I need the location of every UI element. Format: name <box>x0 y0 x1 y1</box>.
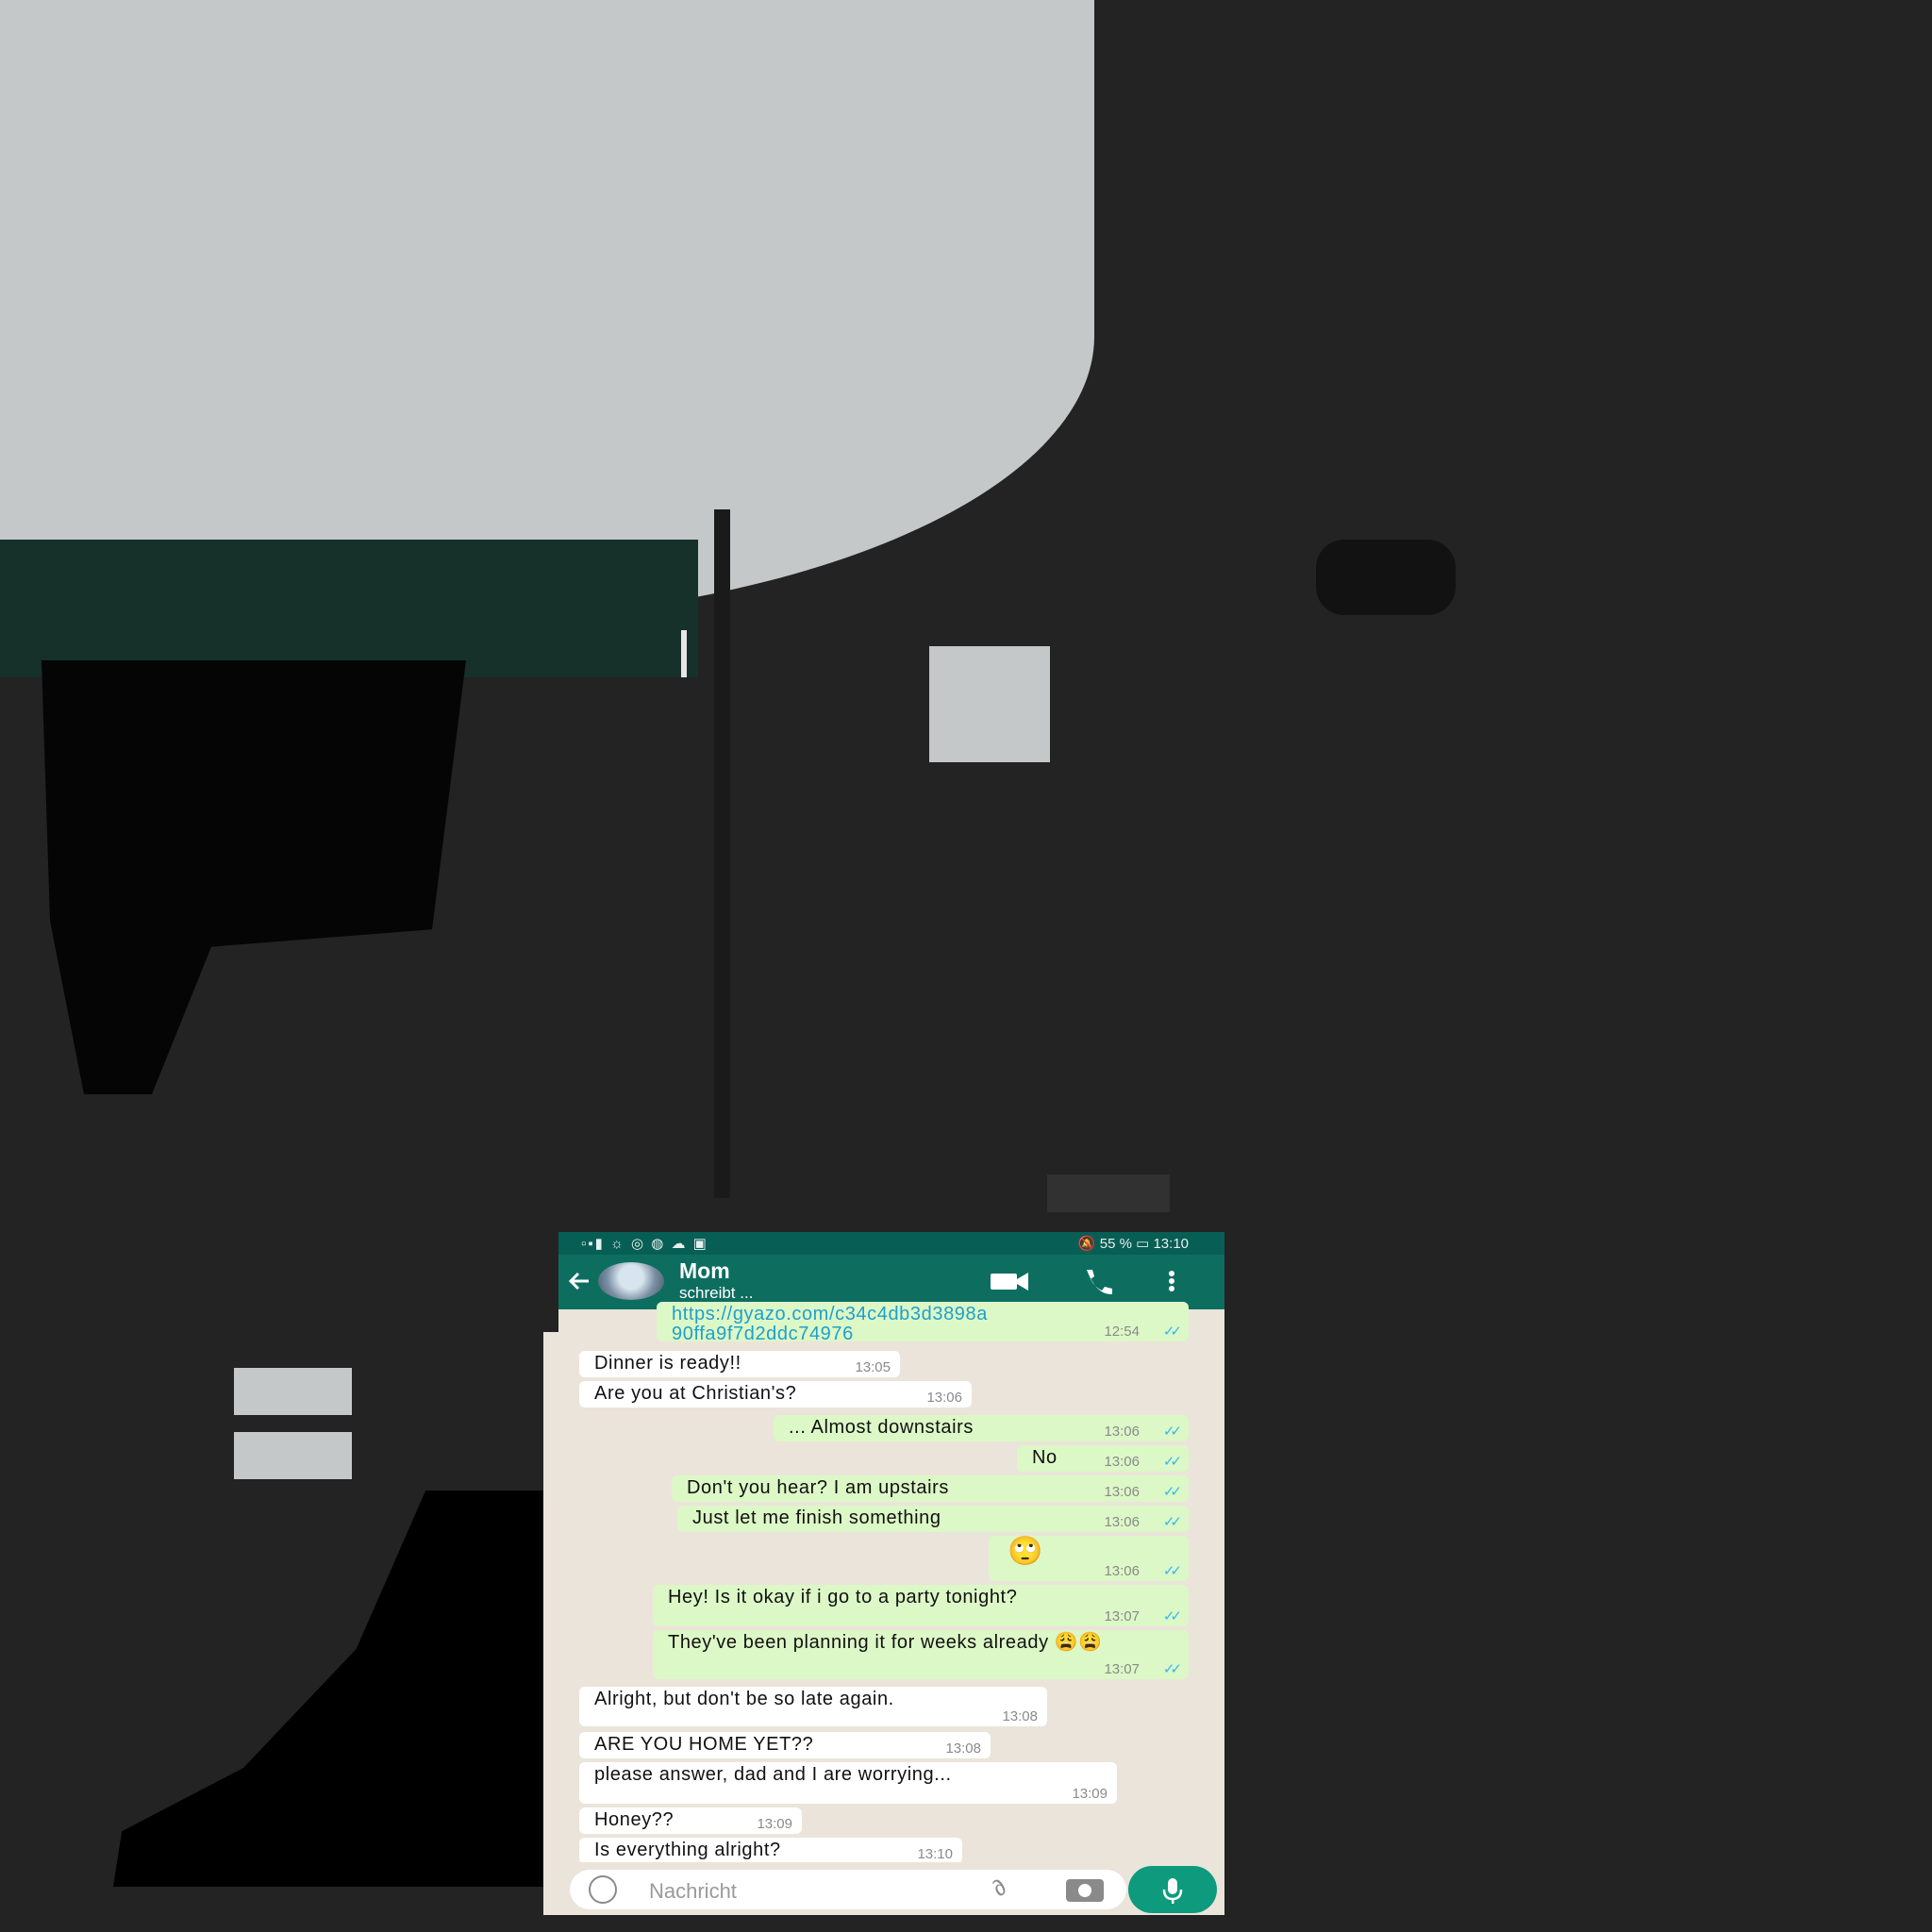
message-bubble-in[interactable]: Alright, but don't be so late again. 13:… <box>579 1687 1047 1726</box>
background-pole <box>714 509 730 1198</box>
message-bubble-in[interactable]: Honey?? 13:09 <box>579 1807 802 1834</box>
message-time: 13:06 <box>1104 1514 1140 1530</box>
paperclip-icon[interactable]: ∂ <box>987 1874 1012 1902</box>
background-blob <box>0 0 1094 623</box>
more-vertical-icon[interactable] <box>1162 1266 1181 1296</box>
message-bubble-out[interactable]: No 13:06 ✓✓ <box>1017 1445 1189 1472</box>
message-bubble-in[interactable]: Is everything alright? 13:10 <box>579 1838 962 1864</box>
double-check-icon: ✓✓ <box>1162 1324 1182 1340</box>
double-check-icon: ✓✓ <box>1162 1424 1182 1440</box>
status-bar: ▫▪▮ ☼ ◎ ◍ ☁ ▣ 🔕 55 % ▭ 13:10 <box>558 1232 1224 1255</box>
message-bubble-out[interactable]: https://gyazo.com/c34c4db3d3898a 90ffa9f… <box>657 1302 1189 1344</box>
message-link[interactable]: https://gyazo.com/c34c4db3d3898a 90ffa9f… <box>672 1305 1162 1344</box>
double-check-icon: ✓✓ <box>1162 1454 1182 1470</box>
double-check-icon: ✓✓ <box>1162 1608 1182 1624</box>
background-band <box>0 540 698 677</box>
microphone-icon[interactable] <box>1128 1866 1217 1913</box>
message-text: Honey?? <box>594 1809 675 1830</box>
background-tick <box>681 630 687 677</box>
message-bubble-in[interactable]: ARE YOU HOME YET?? 13:08 <box>579 1732 991 1758</box>
compose-bar: Nachricht ∂ <box>558 1862 1224 1915</box>
message-time: 13:08 <box>1002 1708 1038 1724</box>
background-shadow <box>42 660 466 1094</box>
contact-status: schreibt ... <box>679 1284 754 1302</box>
message-time: 13:10 <box>917 1846 953 1862</box>
video-call-icon[interactable] <box>989 1266 1028 1296</box>
message-text: Alright, but don't be so late again. <box>594 1689 894 1709</box>
message-bubble-out[interactable]: Hey! Is it okay if i go to a party tonig… <box>653 1585 1189 1626</box>
message-text: Don't you hear? I am upstairs <box>687 1477 950 1498</box>
back-arrow-icon[interactable] <box>564 1266 594 1296</box>
message-time: 12:54 <box>1104 1324 1140 1340</box>
double-check-icon: ✓✓ <box>1162 1563 1182 1579</box>
background-smudge <box>1316 540 1456 615</box>
status-left-icons: ▫▪▮ ☼ ◎ ◍ ☁ ▣ <box>581 1236 708 1252</box>
message-time: 13:09 <box>757 1816 792 1832</box>
message-text: No <box>1032 1447 1058 1468</box>
message-bubble-out[interactable]: They've been planning it for weeks alrea… <box>653 1630 1189 1679</box>
message-text: ARE YOU HOME YET?? <box>594 1734 814 1755</box>
message-text: Just let me finish something <box>692 1507 941 1528</box>
background-rect-bottom <box>234 1432 352 1479</box>
message-placeholder: Nachricht <box>649 1879 737 1903</box>
message-bubble-out[interactable]: Don't you hear? I am upstairs 13:06 ✓✓ <box>672 1475 1189 1502</box>
double-check-icon: ✓✓ <box>1162 1514 1182 1530</box>
double-check-icon: ✓✓ <box>1162 1661 1182 1677</box>
message-bubble-out[interactable]: Just let me finish something 13:06 ✓✓ <box>677 1506 1189 1532</box>
message-time: 13:06 <box>926 1390 962 1406</box>
background-stair <box>113 1491 547 1887</box>
message-bubble-in[interactable]: Are you at Christian's? 13:06 <box>579 1381 972 1407</box>
message-time: 13:06 <box>1104 1454 1140 1470</box>
background-square <box>929 646 1050 762</box>
message-text: ... Almost downstairs <box>789 1417 974 1438</box>
message-bubble-in[interactable]: please answer, dad and I are worrying...… <box>579 1762 1117 1804</box>
message-text: Hey! Is it okay if i go to a party tonig… <box>668 1587 1018 1607</box>
message-list: https://gyazo.com/c34c4db3d3898a 90ffa9f… <box>558 1302 1224 1864</box>
message-bubble-in[interactable]: Dinner is ready!! 13:05 <box>579 1351 900 1377</box>
message-time: 13:06 <box>1104 1563 1140 1579</box>
message-bubble-out[interactable]: 🙄 13:06 ✓✓ <box>989 1536 1189 1581</box>
message-input[interactable]: Nachricht ∂ <box>570 1870 1126 1909</box>
message-time: 13:06 <box>1104 1484 1140 1500</box>
message-text: Is everything alright? <box>594 1840 781 1860</box>
contact-name[interactable]: Mom <box>679 1258 730 1284</box>
message-text: please answer, dad and I are worrying... <box>594 1764 952 1785</box>
message-time: 13:09 <box>1072 1786 1108 1802</box>
message-time: 13:07 <box>1104 1608 1140 1624</box>
message-time: 13:07 <box>1104 1661 1140 1677</box>
message-time: 13:08 <box>945 1740 981 1757</box>
message-text: Are you at Christian's? <box>594 1383 797 1404</box>
message-text: They've been planning it for weeks alrea… <box>668 1632 1103 1653</box>
message-time: 13:06 <box>1104 1424 1140 1440</box>
emoji-icon[interactable] <box>589 1875 617 1904</box>
camera-icon[interactable] <box>1066 1879 1104 1902</box>
phone-call-icon[interactable] <box>1079 1266 1117 1296</box>
message-text: Dinner is ready!! <box>594 1353 741 1374</box>
avatar[interactable] <box>598 1262 664 1300</box>
double-check-icon: ✓✓ <box>1162 1484 1182 1500</box>
message-time: 13:05 <box>855 1359 891 1375</box>
message-bubble-out[interactable]: ... Almost downstairs 13:06 ✓✓ <box>774 1415 1189 1441</box>
emoji-rolling-eyes: 🙄 <box>1008 1536 1043 1567</box>
whatsapp-chat-screen: ▫▪▮ ☼ ◎ ◍ ☁ ▣ 🔕 55 % ▭ 13:10 Mom schreib… <box>558 1232 1224 1915</box>
status-right-info: 🔕 55 % ▭ 13:10 <box>1077 1236 1189 1252</box>
background-rect-top <box>234 1368 352 1415</box>
background-glitch <box>1047 1174 1170 1212</box>
